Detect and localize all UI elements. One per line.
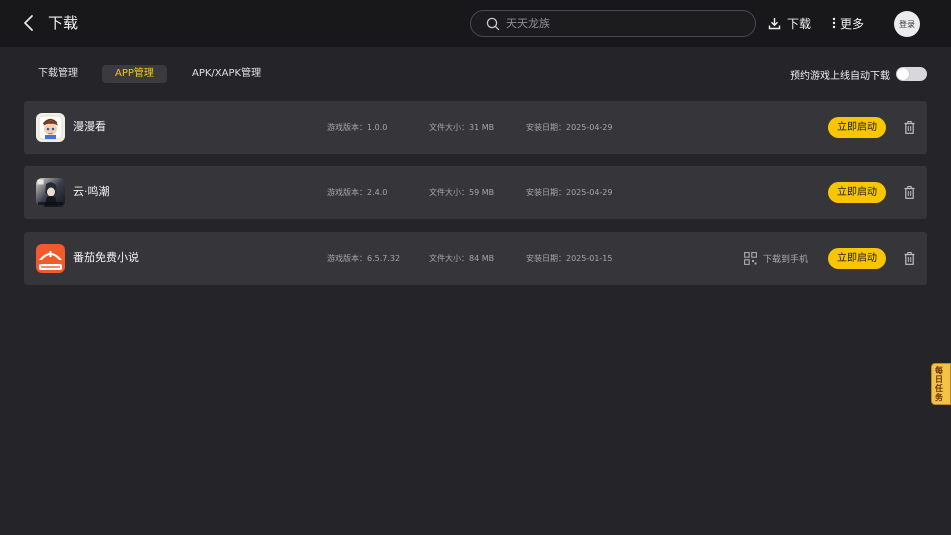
- daily-task-badge[interactable]: 每日任务: [931, 363, 951, 405]
- download-to-phone-button[interactable]: 下载到手机: [744, 251, 808, 266]
- search-input[interactable]: [506, 11, 736, 36]
- app-name: 云·鸣潮: [73, 185, 110, 198]
- app-name: 漫漫看: [73, 120, 106, 133]
- app-card: 番茄免费小说 游戏版本：6.5.7.32 文件大小：84 MB 安装日期：202…: [24, 232, 927, 285]
- search-icon: [486, 17, 500, 31]
- manmankan-app-icon: [36, 113, 65, 142]
- page-title: 下载: [48, 14, 79, 32]
- tab-download-manage[interactable]: 下载管理: [38, 65, 78, 83]
- app-name: 番茄免费小说: [73, 251, 139, 264]
- app-install-date: 安装日期：2025-01-15: [526, 254, 613, 263]
- app-card: 云·鸣潮 游戏版本：2.4.0 文件大小：59 MB 安装日期：2025-04-…: [24, 166, 927, 219]
- app-install-date: 安装日期：2025-04-29: [526, 188, 613, 197]
- tab-app-manage[interactable]: APP管理: [102, 65, 167, 83]
- mingchao-app-icon: [36, 178, 65, 207]
- top-bar: 下载 下载 更多 登录: [0, 0, 951, 47]
- trash-icon[interactable]: [904, 252, 915, 265]
- app-size: 文件大小：59 MB: [429, 188, 495, 197]
- download-button[interactable]: 下载: [768, 14, 811, 32]
- auto-download-toggle[interactable]: [896, 67, 927, 81]
- auto-download-setting: 预约游戏上线自动下载: [790, 65, 927, 83]
- fanqie-app-icon: [36, 244, 65, 273]
- app-version: 游戏版本：1.0.0: [327, 123, 388, 132]
- trash-icon[interactable]: [904, 186, 915, 199]
- login-avatar[interactable]: 登录: [894, 11, 920, 37]
- qr-code-icon: [744, 252, 757, 265]
- launch-button[interactable]: 立即启动: [828, 117, 886, 138]
- tab-apk-xapk-manage[interactable]: APK/XAPK管理: [192, 65, 261, 83]
- app-version: 游戏版本：2.4.0: [327, 188, 388, 197]
- more-button[interactable]: 更多: [832, 14, 864, 32]
- download-to-phone-label: 下载到手机: [763, 255, 809, 265]
- launch-button[interactable]: 立即启动: [828, 182, 886, 203]
- app-version: 游戏版本：6.5.7.32: [327, 254, 401, 263]
- search-box[interactable]: [470, 10, 756, 37]
- app-size: 文件大小：84 MB: [429, 254, 495, 263]
- app-size: 文件大小：31 MB: [429, 123, 495, 132]
- trash-icon[interactable]: [904, 121, 915, 134]
- more-dots-icon: [832, 17, 836, 29]
- app-install-date: 安装日期：2025-04-29: [526, 123, 613, 132]
- download-icon: [768, 17, 781, 29]
- auto-download-label: 预约游戏上线自动下载: [790, 70, 890, 82]
- download-label: 下载: [787, 16, 812, 31]
- launch-button[interactable]: 立即启动: [828, 248, 886, 269]
- back-arrow-icon[interactable]: [22, 13, 36, 33]
- more-label: 更多: [840, 16, 865, 31]
- daily-task-label: 每日任务: [935, 366, 943, 402]
- app-card: 漫漫看 游戏版本：1.0.0 文件大小：31 MB 安装日期：2025-04-2…: [24, 101, 927, 154]
